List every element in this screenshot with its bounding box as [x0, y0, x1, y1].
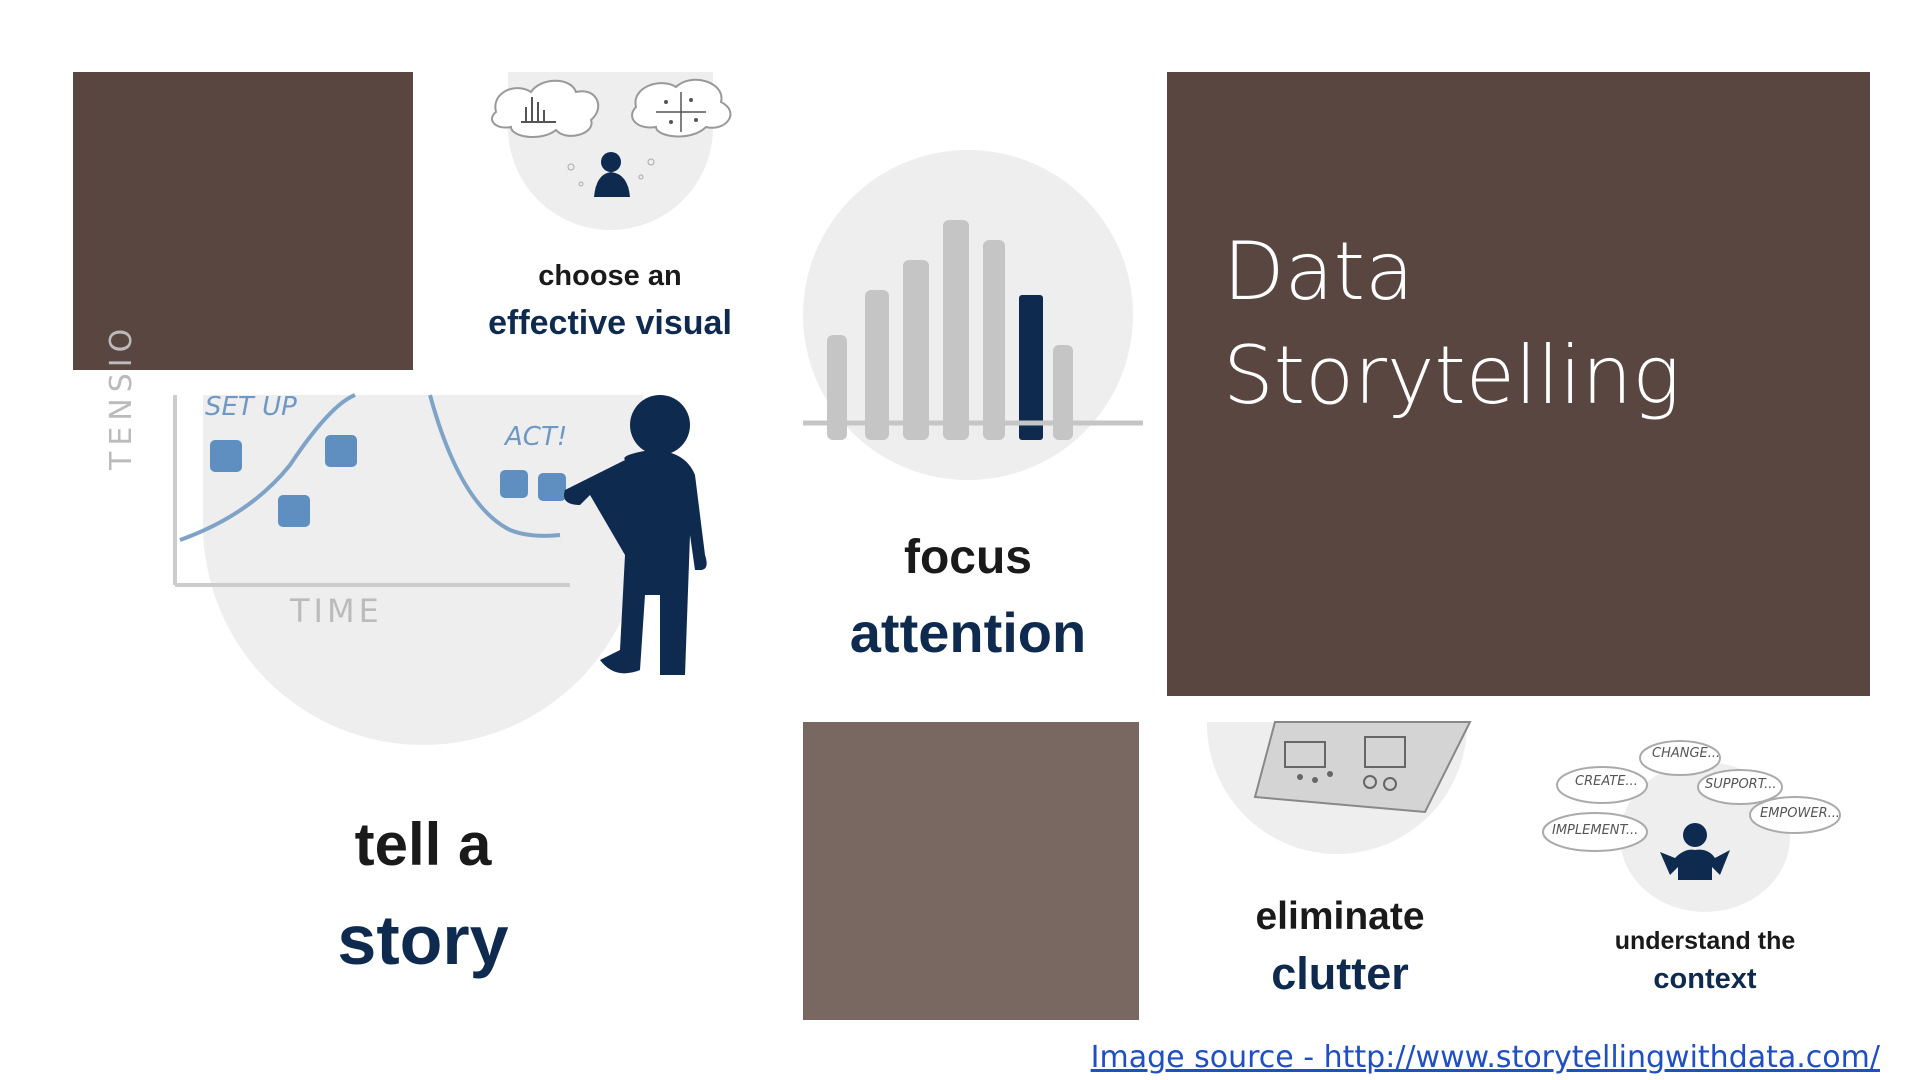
- title-line-1: Data: [1223, 225, 1415, 318]
- thought-illustration-icon: [491, 78, 732, 197]
- setup-label: SET UP: [205, 392, 297, 422]
- axis-y-label: TENSIO: [104, 322, 139, 470]
- bubble-implement: IMPLEMENT...: [1552, 823, 1639, 838]
- slide-title: Data Storytelling: [1223, 220, 1680, 428]
- story-line-1: tell a: [354, 811, 492, 878]
- bubble-support: SUPPORT...: [1705, 777, 1777, 792]
- focus-line-2: attention: [849, 601, 1087, 664]
- act-label: ACT!: [505, 422, 568, 452]
- choose-line-2: effective visual: [488, 304, 732, 342]
- clutter-line-2: clutter: [1271, 948, 1409, 999]
- focus-line-1: focus: [903, 531, 1032, 584]
- axis-x-label: TIME: [290, 592, 383, 630]
- title-panel: Data Storytelling: [1167, 72, 1870, 696]
- clutter-line-1: eliminate: [1255, 895, 1425, 938]
- context-line-2: context: [1653, 963, 1757, 995]
- story-line-2: story: [337, 901, 509, 979]
- image-source-link[interactable]: Image source - http://www.storytellingwi…: [1091, 1040, 1880, 1075]
- cluttered-dashboard-icon: [1253, 721, 1472, 814]
- bubble-empower: EMPOWER...: [1760, 806, 1840, 821]
- bubble-change: CHANGE...: [1652, 746, 1721, 761]
- context-line-1: understand the: [1614, 927, 1796, 955]
- title-line-2: Storytelling: [1223, 329, 1681, 422]
- brown-block-bottom: [803, 722, 1139, 1020]
- choose-line-1: choose an: [538, 260, 682, 292]
- bar-chart-icon: [803, 220, 1143, 440]
- story-arc-illustration-icon: [173, 393, 707, 675]
- bubble-create: CREATE...: [1575, 774, 1638, 789]
